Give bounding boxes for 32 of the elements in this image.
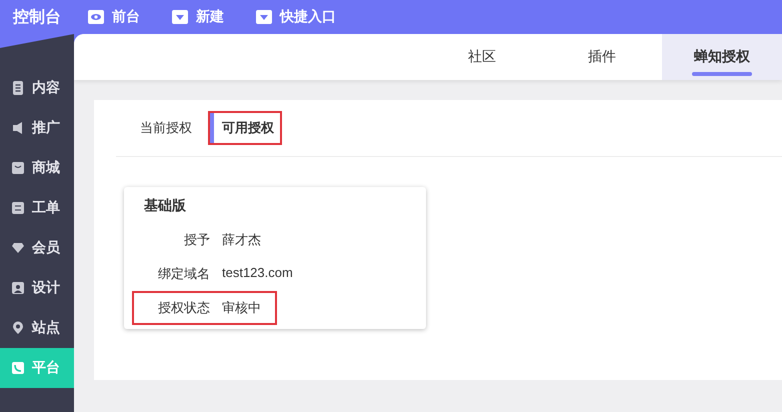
- logo-text: 控制台: [13, 8, 61, 28]
- location-icon: [12, 321, 24, 335]
- portrait-icon: [12, 281, 24, 295]
- sidebar-item[interactable]: 内容: [0, 68, 74, 108]
- toolbar-link[interactable]: 快捷入口: [256, 8, 336, 26]
- tab[interactable]: 社区: [422, 34, 542, 80]
- caret-icon: [256, 10, 272, 24]
- card-title: 基础版: [144, 197, 187, 215]
- sidebar-item[interactable]: 推广: [0, 108, 74, 148]
- caret-icon: [172, 10, 188, 24]
- document-icon: [12, 81, 24, 95]
- speaker-icon: [12, 121, 24, 135]
- toolbar-link[interactable]: 前台: [88, 8, 140, 26]
- sub-tab[interactable]: 当前授权: [132, 111, 200, 145]
- sidebar-item[interactable]: 会员: [0, 228, 74, 268]
- field-value: test123.com: [222, 265, 293, 282]
- toolbar-link[interactable]: 新建: [172, 8, 224, 26]
- tab[interactable]: 插件: [542, 34, 662, 80]
- field-label: 授权状态: [157, 299, 210, 317]
- field-label: 授予: [183, 231, 210, 249]
- sidebar-item[interactable]: 工单: [0, 188, 74, 228]
- chat-icon: [12, 361, 24, 375]
- field-value: 审核中: [222, 299, 261, 317]
- field-value: 薛才杰: [222, 231, 261, 249]
- sub-tab[interactable]: 可用授权: [208, 111, 282, 145]
- sidebar-item[interactable]: 商城: [0, 148, 74, 188]
- tab[interactable]: 蝉知授权: [662, 34, 782, 80]
- sidebar-item[interactable]: 站点: [0, 308, 74, 348]
- eye-icon: [88, 10, 104, 24]
- sidebar-item[interactable]: 设计: [0, 268, 74, 308]
- field-label: 绑定域名: [157, 265, 210, 283]
- diamond-icon: [12, 241, 24, 255]
